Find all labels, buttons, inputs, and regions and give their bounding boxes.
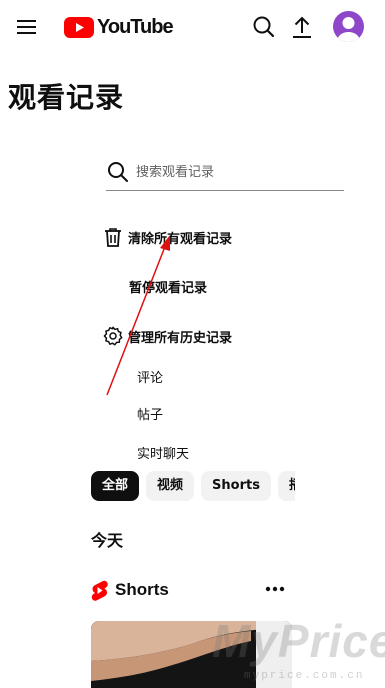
clear-all-history-label: 清除所有观看记录 bbox=[128, 231, 233, 247]
gear-icon bbox=[101, 324, 125, 348]
upload-button[interactable] bbox=[289, 14, 315, 40]
shorts-shelf-header: Shorts bbox=[91, 577, 291, 603]
account-avatar[interactable] bbox=[333, 11, 364, 42]
trash-icon bbox=[101, 225, 125, 249]
youtube-play-icon bbox=[64, 16, 94, 38]
comments-history-link[interactable]: 评论 bbox=[137, 367, 163, 386]
upload-icon bbox=[293, 16, 311, 38]
page-title: 观看记录 bbox=[8, 81, 125, 114]
thumbnail-image bbox=[91, 621, 292, 688]
logo-wordmark: YouTube bbox=[97, 15, 174, 38]
pause-history-button[interactable]: 暂停观看记录 bbox=[129, 277, 207, 296]
live-chat-history-link[interactable]: 实时聊天 bbox=[137, 443, 189, 462]
history-search-box[interactable] bbox=[106, 158, 344, 191]
chip-shorts[interactable]: Shorts bbox=[201, 471, 271, 501]
manage-all-history-button[interactable]: 管理所有历史记录 bbox=[101, 324, 232, 348]
search-icon bbox=[253, 16, 275, 38]
section-heading-today: 今天 bbox=[91, 531, 124, 550]
hamburger-menu-icon bbox=[17, 20, 36, 34]
chip-podcasts[interactable]: 播 bbox=[277, 471, 295, 501]
history-search-input[interactable] bbox=[136, 160, 336, 184]
menu-button[interactable] bbox=[14, 14, 40, 40]
youtube-logo[interactable]: YouTube bbox=[64, 15, 174, 38]
filter-chip-bar: 全部视频Shorts播 bbox=[91, 471, 295, 502]
chip-all[interactable]: 全部 bbox=[91, 471, 140, 501]
manage-all-history-label: 管理所有历史记录 bbox=[128, 330, 233, 346]
posts-history-link[interactable]: 帖子 bbox=[137, 404, 163, 423]
shorts-icon bbox=[91, 580, 108, 601]
search-icon bbox=[108, 162, 128, 182]
user-avatar-icon bbox=[337, 17, 360, 42]
more-horizontal-icon bbox=[265, 586, 285, 592]
search-button[interactable] bbox=[251, 14, 277, 40]
shorts-thumbnail[interactable] bbox=[91, 621, 292, 688]
top-app-bar: YouTube bbox=[0, 0, 385, 54]
shorts-more-options-button[interactable] bbox=[264, 580, 286, 598]
pause-history-label: 暂停观看记录 bbox=[129, 281, 208, 296]
clear-all-history-button[interactable]: 清除所有观看记录 bbox=[101, 225, 232, 249]
chip-videos[interactable]: 视频 bbox=[146, 471, 195, 501]
shorts-shelf-title: Shorts bbox=[115, 580, 169, 599]
